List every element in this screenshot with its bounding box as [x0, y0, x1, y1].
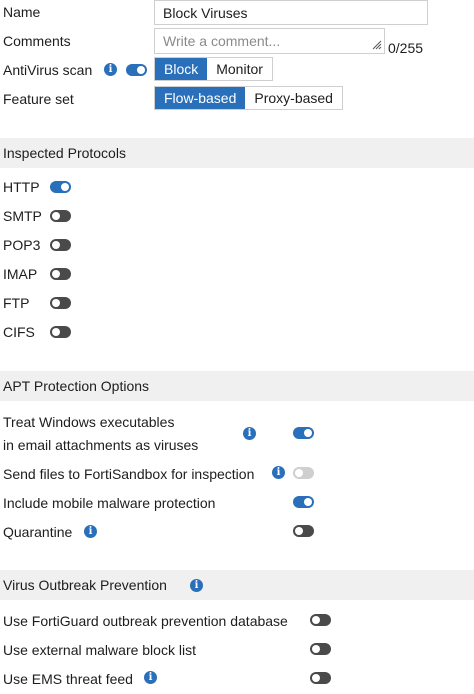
quarantine-info-icon[interactable]: i — [84, 525, 97, 538]
section-title: Inspected Protocols — [3, 145, 126, 161]
antivirus-scan-label: AntiVirus scan — [3, 62, 93, 78]
antivirus-scan-toggle[interactable] — [126, 64, 147, 76]
quarantine-toggle[interactable] — [293, 525, 314, 537]
ems-threat-feed-toggle[interactable] — [310, 672, 331, 684]
resize-grip-icon[interactable] — [370, 38, 382, 50]
protocol-label-ftp: FTP — [3, 295, 30, 311]
imap-toggle[interactable] — [50, 268, 71, 280]
quarantine-label: Quarantine — [3, 524, 73, 540]
antivirus-mode-block[interactable]: Block — [155, 58, 208, 80]
feature-set-label: Feature set — [3, 91, 74, 107]
external-block-list-toggle[interactable] — [310, 643, 331, 655]
fortiguard-outbreak-db-label: Use FortiGuard outbreak prevention datab… — [3, 613, 288, 629]
antivirus-info-icon[interactable]: i — [104, 63, 117, 76]
treat-windows-exe-toggle[interactable] — [293, 427, 314, 439]
treat-windows-exe-info-icon[interactable]: i — [243, 427, 256, 440]
feature-set-proxy-based[interactable]: Proxy-based — [245, 87, 342, 109]
treat-windows-exe-label-line2: in email attachments as viruses — [3, 437, 199, 453]
name-label: Name — [3, 4, 41, 20]
pop3-toggle[interactable] — [50, 239, 71, 251]
antivirus-mode-monitor[interactable]: Monitor — [207, 58, 272, 80]
comments-label: Comments — [3, 33, 71, 49]
antivirus-mode-selector: Block Monitor — [154, 57, 273, 81]
send-to-fortisandbox-label: Send files to FortiSandbox for inspectio… — [3, 466, 255, 482]
cifs-toggle[interactable] — [50, 326, 71, 338]
name-field[interactable] — [154, 0, 428, 25]
ems-threat-feed-label: Use EMS threat feed — [3, 671, 133, 687]
ems-threat-feed-info-icon[interactable]: i — [144, 671, 157, 684]
outbreak-prevention-info-icon[interactable]: i — [190, 579, 203, 592]
outbreak-prevention-header: Virus Outbreak Prevention i — [0, 570, 474, 600]
treat-windows-exe-label-line1: Treat Windows executables — [3, 414, 175, 430]
http-toggle[interactable] — [50, 181, 71, 193]
protocol-label-pop3: POP3 — [3, 237, 41, 253]
fortiguard-outbreak-db-toggle[interactable] — [310, 614, 331, 626]
comments-field[interactable] — [154, 28, 385, 54]
protocol-label-smtp: SMTP — [3, 208, 42, 224]
comments-counter: 0/255 — [388, 40, 424, 56]
protocol-label-http: HTTP — [3, 179, 40, 195]
protocol-label-imap: IMAP — [3, 266, 38, 282]
external-block-list-label: Use external malware block list — [3, 642, 196, 658]
section-title: Virus Outbreak Prevention — [3, 577, 167, 593]
send-to-fortisandbox-info-icon[interactable]: i — [272, 466, 285, 479]
mobile-malware-toggle[interactable] — [293, 496, 314, 508]
mobile-malware-label: Include mobile malware protection — [3, 495, 216, 511]
send-to-fortisandbox-toggle — [293, 467, 314, 479]
apt-protection-header: APT Protection Options — [0, 371, 474, 401]
section-title: APT Protection Options — [3, 378, 150, 394]
feature-set-flow-based[interactable]: Flow-based — [155, 87, 246, 109]
smtp-toggle[interactable] — [50, 210, 71, 222]
protocol-label-cifs: CIFS — [3, 324, 35, 340]
ftp-toggle[interactable] — [50, 297, 71, 309]
inspected-protocols-header: Inspected Protocols — [0, 138, 474, 168]
feature-set-selector: Flow-based Proxy-based — [154, 86, 343, 110]
